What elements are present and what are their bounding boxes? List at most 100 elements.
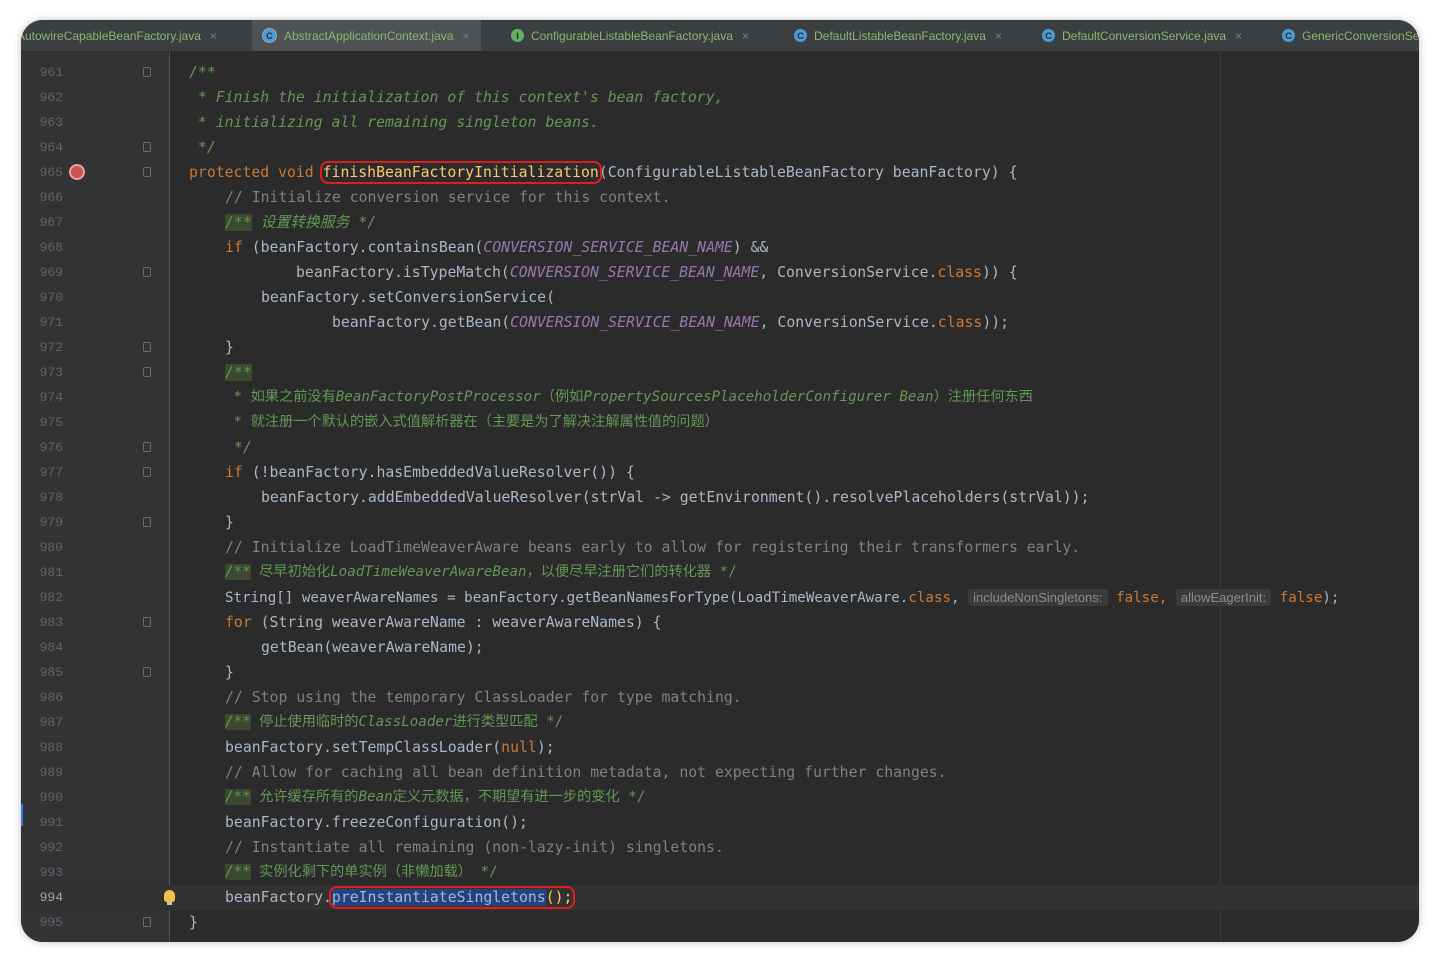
code-line[interactable]: 963 * initializing all remaining singlet… <box>21 110 1419 135</box>
code-line[interactable]: 988 beanFactory.setTempClassLoader(null)… <box>21 735 1419 760</box>
doc-comment: /** 允许缓存所有的Bean定义元数据，不期望有进一步的变化 */ <box>225 785 645 810</box>
code-text: } <box>189 914 198 931</box>
line-comment: // Initialize LoadTimeWeaverAware beans … <box>225 539 1081 556</box>
code-line[interactable]: 976 */ <box>21 435 1419 460</box>
code-token: (String weaverAwareName : weaverAwareNam… <box>251 614 662 631</box>
code-line[interactable]: 967 /** 设置转换服务 */ <box>21 210 1419 235</box>
fold-icon[interactable] <box>143 67 151 77</box>
code-line[interactable]: 987 /** 停止使用临时的ClassLoader进行类型匹配 */ <box>21 710 1419 735</box>
code-token: ，以便尽早注册它们的转化器 */ <box>526 564 737 580</box>
fold-icon[interactable] <box>143 667 151 677</box>
method-call-highlighted[interactable]: preInstantiateSingletons(); <box>328 886 576 909</box>
doc-tag: /** <box>225 364 252 381</box>
fold-icon[interactable] <box>143 167 151 177</box>
code-token: Bean <box>358 789 393 805</box>
code-line[interactable]: 992 // Instantiate all remaining (non-la… <box>21 835 1419 860</box>
code-line[interactable]: 978 beanFactory.addEmbeddedValueResolver… <box>21 485 1419 510</box>
code-line[interactable]: 972 } <box>21 335 1419 360</box>
close-icon[interactable]: × <box>1235 29 1242 43</box>
code-token: 实例化剩下的单实例（非懒加载） */ <box>250 864 498 880</box>
code-text: if (beanFactory.containsBean(CONVERSION_… <box>225 235 768 260</box>
code-line[interactable]: 974 * 如果之前没有BeanFactoryPostProcessor（例如P… <box>21 385 1419 410</box>
code-line[interactable]: 961 /** <box>21 60 1419 85</box>
code-line[interactable]: 968 if (beanFactory.containsBean(CONVERS… <box>21 235 1419 260</box>
code-line[interactable]: 985 } <box>21 660 1419 685</box>
code-token: , <box>951 590 969 606</box>
keyword: for <box>225 614 252 631</box>
constant: CONVERSION_SERVICE_BEAN_NAME <box>510 314 760 331</box>
line-number: 970 <box>39 290 63 305</box>
line-number: 988 <box>39 740 63 755</box>
fold-icon[interactable] <box>143 917 151 927</box>
line-number: 992 <box>39 840 63 855</box>
line-number: 980 <box>39 540 63 555</box>
fold-icon[interactable] <box>143 367 151 377</box>
code-line[interactable]: 982 String[] weaverAwareNames = beanFact… <box>21 585 1419 610</box>
code-line[interactable]: 989 // Allow for caching all bean defini… <box>21 760 1419 785</box>
code-line[interactable]: 966 // Initialize conversion service for… <box>21 185 1419 210</box>
line-number: 981 <box>39 565 63 580</box>
code-text: protected void finishBeanFactoryInitiali… <box>189 160 1018 185</box>
tab-default-listable-bean-factory[interactable]: C DefaultListableBeanFactory.java × <box>794 20 1002 51</box>
line-number: 966 <box>39 190 63 205</box>
code-line[interactable]: 980 // Initialize LoadTimeWeaverAware be… <box>21 535 1419 560</box>
code-editor[interactable]: 961 /** 962 * Finish the initialization … <box>21 52 1419 942</box>
keyword: if <box>225 464 243 481</box>
selected-method-name[interactable]: preInstantiateSingletons <box>331 889 546 906</box>
code-line[interactable]: 971 beanFactory.getBean(CONVERSION_SERVI… <box>21 310 1419 335</box>
tab-default-conversion-service[interactable]: C DefaultConversionService.java × <box>1042 20 1242 51</box>
tab-autowire-capable-bean-factory[interactable]: AutowireCapableBeanFactory.java × <box>21 20 217 51</box>
code-line[interactable]: 977 if (!beanFactory.hasEmbeddedValueRes… <box>21 460 1419 485</box>
line-comment: // Initialize conversion service for thi… <box>225 189 671 206</box>
code-line[interactable]: 983 for (String weaverAwareName : weaver… <box>21 610 1419 635</box>
code-line[interactable]: 984 getBean(weaverAwareName); <box>21 635 1419 660</box>
tab-generic-conversion-service[interactable]: C GenericConversionService.java <box>1282 20 1419 51</box>
line-comment: // Allow for caching all bean definition… <box>225 764 947 781</box>
fold-icon[interactable] <box>143 517 151 527</box>
code-line[interactable]: 986 // Stop using the temporary ClassLoa… <box>21 685 1419 710</box>
code-token: String[] weaverAwareNames = beanFactory.… <box>225 590 909 606</box>
close-icon[interactable]: × <box>742 29 749 43</box>
editor-tab-bar: AutowireCapableBeanFactory.java × C Abst… <box>21 20 1419 52</box>
code-token: , <box>1158 590 1176 606</box>
lightbulb-icon[interactable] <box>164 890 175 905</box>
code-token: 设置转换服务 */ <box>251 214 377 231</box>
code-line[interactable]: 973 /** <box>21 360 1419 385</box>
tab-configurable-listable-bean-factory[interactable]: I ConfigurableListableBeanFactory.java × <box>511 20 749 51</box>
fold-icon[interactable] <box>143 442 151 452</box>
code-line[interactable]: 970 beanFactory.setConversionService( <box>21 285 1419 310</box>
fold-icon[interactable] <box>143 142 151 152</box>
fold-icon[interactable] <box>143 467 151 477</box>
breakpoint-icon[interactable] <box>69 164 85 180</box>
code-text: if (!beanFactory.hasEmbeddedValueResolve… <box>225 460 635 485</box>
close-icon[interactable]: × <box>210 29 217 43</box>
code-line[interactable]: 981 /** 尽早初始化LoadTimeWeaverAwareBean，以便尽… <box>21 560 1419 585</box>
fold-icon[interactable] <box>143 617 151 627</box>
code-token: beanFactory.isTypeMatch( <box>296 264 510 281</box>
code-line[interactable]: 990 /** 允许缓存所有的Bean定义元数据，不期望有进一步的变化 */ <box>21 785 1419 810</box>
code-line[interactable]: 969 beanFactory.isTypeMatch(CONVERSION_S… <box>21 260 1419 285</box>
code-line[interactable]: 975 * 就注册一个默认的嵌入式值解析器在（主要是为了解决注解属性值的问题） <box>21 410 1419 435</box>
line-number: 989 <box>39 765 63 780</box>
close-icon[interactable]: × <box>995 29 1002 43</box>
close-icon[interactable]: × <box>462 29 469 43</box>
method-name-highlighted[interactable]: finishBeanFactoryInitialization <box>319 161 602 184</box>
keyword: false <box>1271 590 1323 606</box>
line-number: 978 <box>39 490 63 505</box>
code-line[interactable]: 991 beanFactory.freezeConfiguration(); <box>21 810 1419 835</box>
line-number: 993 <box>39 865 63 880</box>
code-token: beanFactory.setTempClassLoader( <box>225 739 502 756</box>
fold-icon[interactable] <box>143 342 151 352</box>
code-line[interactable]: 995 } <box>21 910 1419 935</box>
code-line[interactable]: 979 } <box>21 510 1419 535</box>
tab-abstract-application-context[interactable]: C AbstractApplicationContext.java × <box>252 20 482 51</box>
code-text: beanFactory.getBean(CONVERSION_SERVICE_B… <box>332 310 1009 335</box>
fold-icon[interactable] <box>143 267 151 277</box>
doc-comment: /** 设置转换服务 */ <box>225 210 376 235</box>
code-line[interactable]: 965 protected void finishBeanFactoryInit… <box>21 160 1419 185</box>
code-line[interactable]: 993 /** 实例化剩下的单实例（非懒加载） */ <box>21 860 1419 885</box>
code-line[interactable]: 964 */ <box>21 135 1419 160</box>
code-line-current[interactable]: 994 beanFactory.preInstantiateSingletons… <box>21 885 1419 910</box>
line-number: 964 <box>39 140 63 155</box>
code-line[interactable]: 962 * Finish the initialization of this … <box>21 85 1419 110</box>
